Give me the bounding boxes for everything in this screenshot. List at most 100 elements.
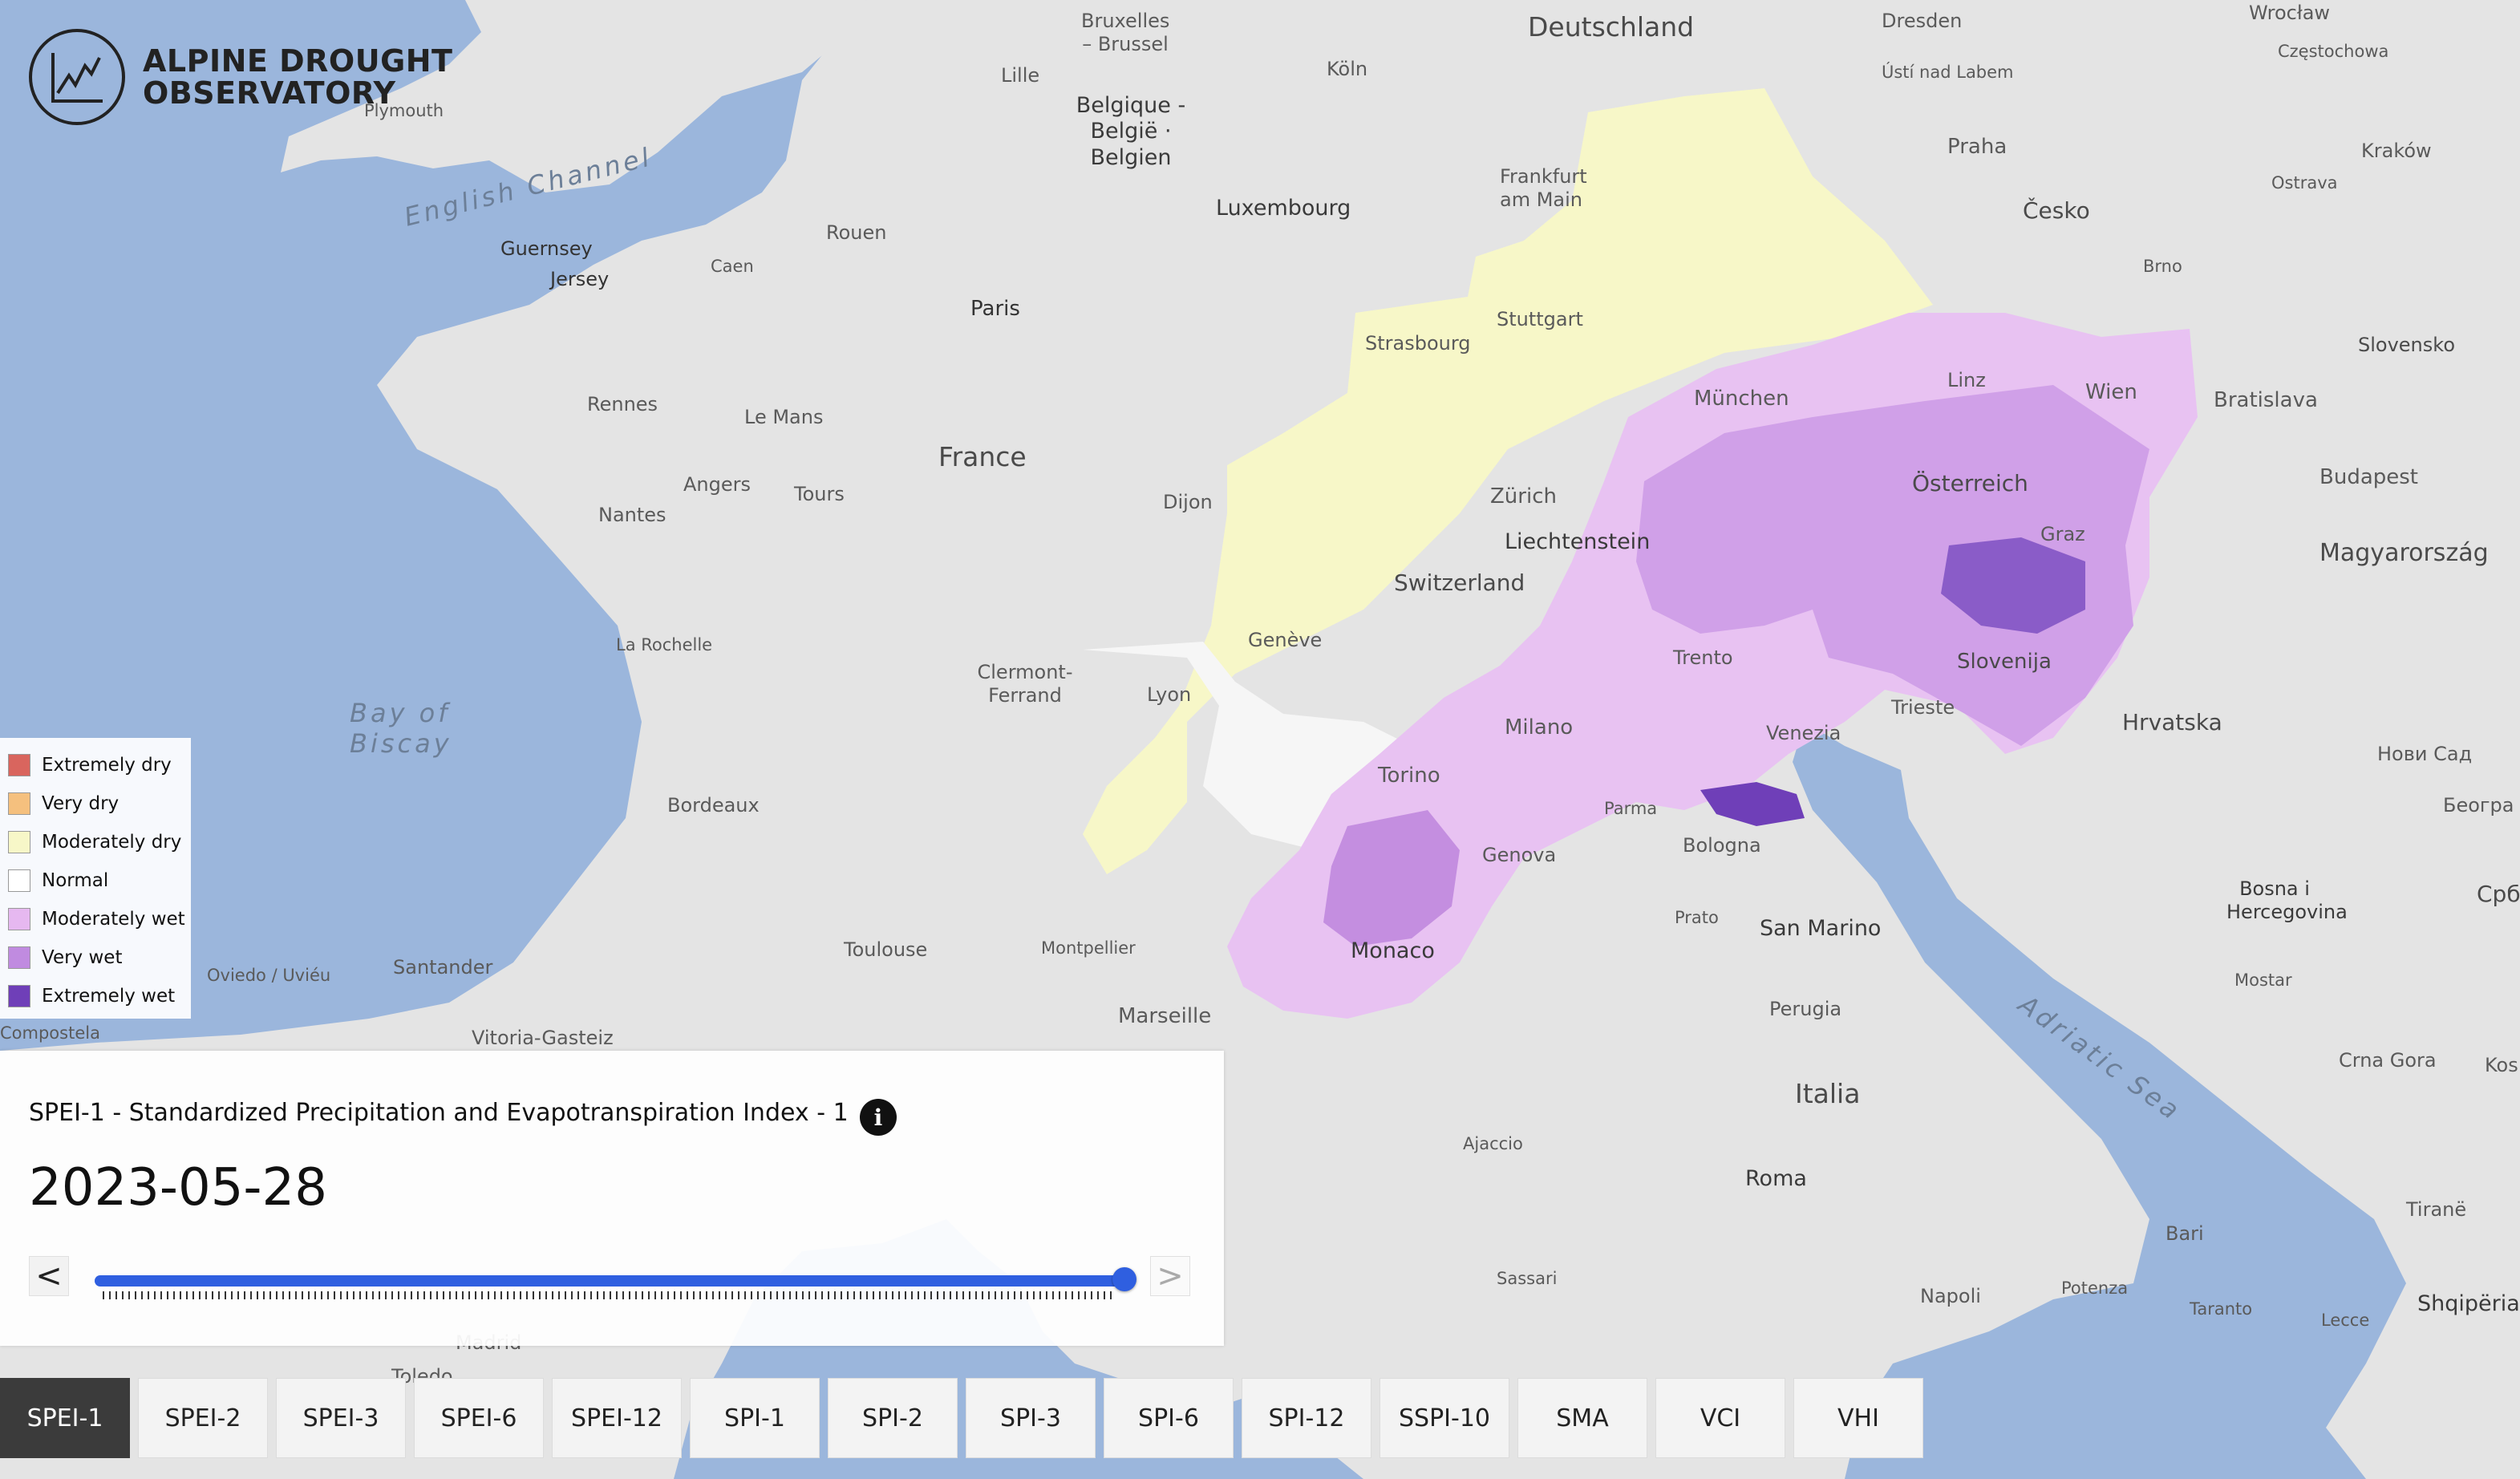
label-dijon: Dijon <box>1163 491 1213 513</box>
slider-thumb[interactable] <box>1112 1267 1136 1291</box>
label-magyarorszag: Magyarország <box>2319 539 2489 567</box>
label-bruxelles: Bruxelles – Brussel <box>1081 10 1170 55</box>
label-novi-sad: Нови Сад <box>2377 743 2473 765</box>
label-munchen: München <box>1694 387 1789 411</box>
label-switzerland: Switzerland <box>1394 569 1525 596</box>
tab-spei-6[interactable]: SPEI-6 <box>414 1378 544 1458</box>
legend-label: Normal <box>42 870 109 891</box>
label-frankfurt: Frankfurt am Main <box>1500 165 1587 211</box>
tab-spei-12[interactable]: SPEI-12 <box>552 1378 682 1458</box>
label-strasbourg: Strasbourg <box>1365 332 1471 355</box>
label-bay-of-biscay: Bay of Biscay <box>350 698 452 760</box>
label-santander: Santander <box>393 956 493 979</box>
tab-vci[interactable]: VCI <box>1655 1378 1785 1458</box>
legend-label: Moderately wet <box>42 909 185 930</box>
label-torino: Torino <box>1378 764 1440 788</box>
slider-track[interactable] <box>95 1275 1124 1287</box>
label-hrvatska: Hrvatska <box>2122 709 2222 735</box>
label-crna-gora: Crna Gora <box>2339 1049 2437 1072</box>
label-srb: Срб <box>2477 881 2520 907</box>
label-jersey: Jersey <box>550 268 610 290</box>
label-italia: Italia <box>1795 1078 1861 1109</box>
legend-swatch <box>8 946 30 969</box>
tab-spi-2[interactable]: SPI-2 <box>828 1378 958 1458</box>
tab-spi-6[interactable]: SPI-6 <box>1104 1378 1234 1458</box>
index-panel: SPEI-1 - Standardized Precipitation and … <box>0 1051 1224 1346</box>
label-osterreich: Österreich <box>1912 470 2028 496</box>
label-brno: Brno <box>2143 257 2182 276</box>
tab-spi-3[interactable]: SPI-3 <box>966 1378 1096 1458</box>
label-mostar: Mostar <box>2234 970 2292 990</box>
label-guernsey: Guernsey <box>500 237 593 260</box>
label-dresden: Dresden <box>1882 10 1963 32</box>
app-logo[interactable]: ALPINE DROUGHT OBSERVATORY <box>29 29 452 125</box>
legend-label: Very dry <box>42 793 120 814</box>
label-rennes: Rennes <box>587 393 658 415</box>
label-bosna: Bosna i Hercegovina <box>2226 877 2348 923</box>
legend-item: Very wet <box>8 938 191 977</box>
label-wroclaw: Wrocław <box>2249 2 2331 24</box>
label-taranto: Taranto <box>2190 1299 2253 1319</box>
label-belgique: Belgique - België · Belgien <box>1076 93 1186 170</box>
logo-text: ALPINE DROUGHT OBSERVATORY <box>143 45 452 109</box>
legend-swatch <box>8 754 30 776</box>
label-ajaccio: Ajaccio <box>1463 1134 1523 1153</box>
label-czestochowa: Częstochowa <box>2278 42 2389 61</box>
label-montpellier: Montpellier <box>1041 938 1136 958</box>
tab-spei-2[interactable]: SPEI-2 <box>138 1378 268 1458</box>
label-bologna: Bologna <box>1683 834 1761 857</box>
legend-item: Extremely wet <box>8 977 191 1015</box>
label-clermont: Clermont-Ferrand <box>977 661 1073 707</box>
logo-line-2: OBSERVATORY <box>143 75 396 111</box>
label-lyon: Lyon <box>1147 683 1192 706</box>
legend-swatch <box>8 869 30 892</box>
tab-spi-1[interactable]: SPI-1 <box>690 1378 820 1458</box>
label-tours: Tours <box>794 483 845 505</box>
legend-swatch <box>8 792 30 815</box>
index-title: SPEI-1 - Standardized Precipitation and … <box>29 1099 849 1127</box>
label-parma: Parma <box>1604 799 1658 818</box>
label-krakow: Kraków <box>2361 140 2432 162</box>
label-praha: Praha <box>1947 135 2007 159</box>
label-slovensko: Slovensko <box>2358 334 2455 356</box>
label-kos: Kos <box>2485 1054 2518 1076</box>
label-vitoria: Vitoria-Gasteiz <box>472 1027 614 1049</box>
label-prato: Prato <box>1675 908 1719 927</box>
previous-date-button[interactable]: < <box>29 1256 69 1296</box>
label-venezia: Venezia <box>1766 722 1841 744</box>
date-slider[interactable] <box>95 1261 1136 1301</box>
label-roma: Roma <box>1745 1166 1807 1191</box>
label-le-mans: Le Mans <box>744 406 824 428</box>
tab-spi-12[interactable]: SPI-12 <box>1242 1378 1371 1458</box>
tab-vhi[interactable]: VHI <box>1793 1378 1923 1458</box>
map-legend: Extremely dry Very dry Moderately dry No… <box>0 738 191 1019</box>
legend-item: Extremely dry <box>8 746 191 784</box>
tab-sma[interactable]: SMA <box>1517 1378 1647 1458</box>
tab-spei-3[interactable]: SPEI-3 <box>276 1378 406 1458</box>
tab-sspi-10[interactable]: SSPI-10 <box>1380 1378 1509 1458</box>
label-stuttgart: Stuttgart <box>1497 308 1583 330</box>
label-usti: Ústí nad Labem <box>1882 63 2014 82</box>
label-trieste: Trieste <box>1891 696 1955 719</box>
legend-item: Moderately wet <box>8 900 191 938</box>
label-shqiperia: Shqipëria <box>2417 1291 2520 1316</box>
label-tirane: Tiranë <box>2406 1198 2467 1221</box>
label-caen: Caen <box>711 257 754 276</box>
tab-spei-1[interactable]: SPEI-1 <box>0 1378 130 1458</box>
legend-label: Moderately dry <box>42 832 182 853</box>
logo-line-1: ALPINE DROUGHT <box>143 43 453 79</box>
label-compostela: Compostela <box>0 1023 100 1043</box>
current-date: 2023-05-28 <box>29 1158 327 1218</box>
index-tabs: SPEI-1 SPEI-2 SPEI-3 SPEI-6 SPEI-12 SPI-… <box>0 1378 1923 1458</box>
label-linz: Linz <box>1947 369 1986 391</box>
info-icon[interactable]: i <box>860 1099 897 1136</box>
chart-line-icon <box>29 29 125 125</box>
label-slovenija: Slovenija <box>1957 650 2052 674</box>
next-date-button[interactable]: > <box>1150 1256 1190 1296</box>
label-deutschland: Deutschland <box>1528 11 1695 43</box>
label-ostrava: Ostrava <box>2271 173 2338 192</box>
label-toulouse: Toulouse <box>844 938 928 961</box>
label-oviedo: Oviedo / Uviéu <box>207 966 331 985</box>
label-sassari: Sassari <box>1497 1269 1558 1288</box>
label-luxembourg: Luxembourg <box>1216 196 1351 221</box>
